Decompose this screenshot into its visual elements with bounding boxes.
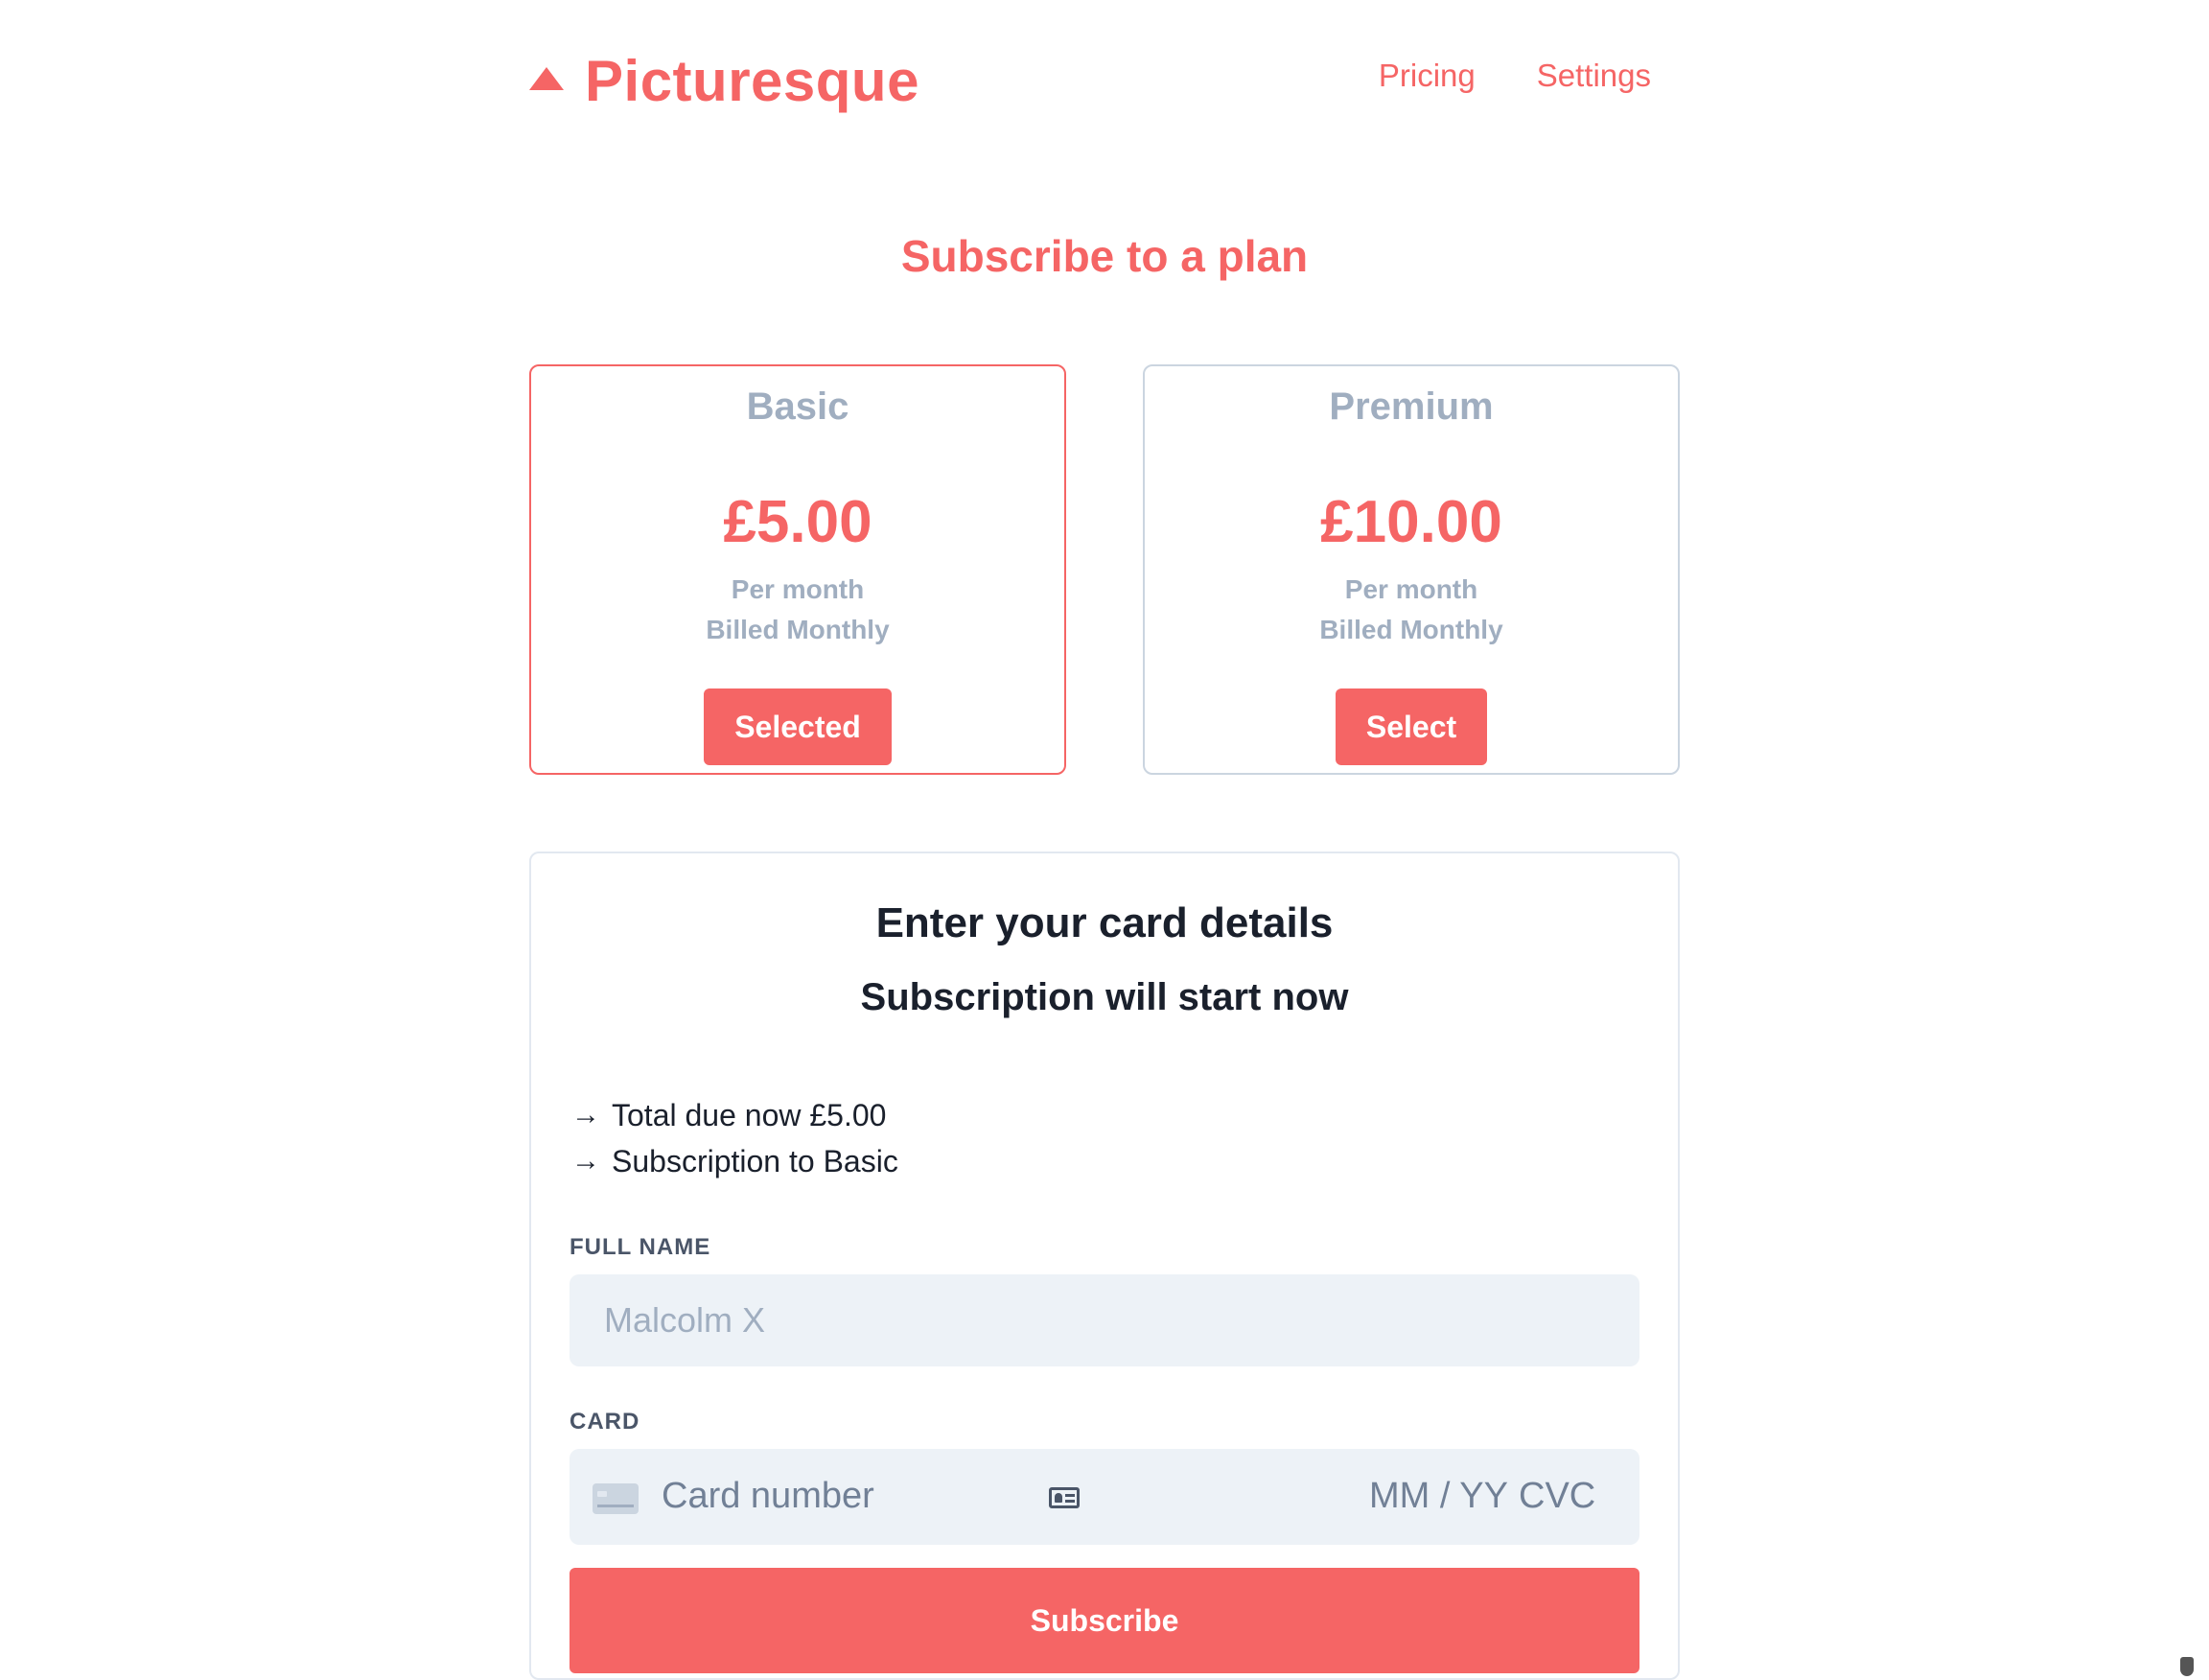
card-cvc-placeholder[interactable]: CVC xyxy=(1519,1476,1595,1517)
plan-name: Premium xyxy=(1329,385,1494,428)
nav-link-pricing[interactable]: Pricing xyxy=(1379,58,1476,94)
plan-billing: Billed Monthly xyxy=(1319,615,1503,644)
full-name-label: FULL NAME xyxy=(570,1234,711,1260)
plan-name: Basic xyxy=(746,385,849,428)
arrow-right-icon: → xyxy=(571,1099,600,1131)
brand-name: Picturesque xyxy=(585,48,919,113)
plan-card-premium[interactable]: Premium £10.00 Per month Billed Monthly … xyxy=(1143,364,1680,775)
card-label: CARD xyxy=(570,1409,640,1435)
scrollbar-thumb[interactable] xyxy=(2180,1657,2194,1676)
app-header: Picturesque Pricing Settings xyxy=(529,42,1680,119)
checkout-panel: Enter your card details Subscription wil… xyxy=(529,852,1680,1680)
plan-card-basic[interactable]: Basic £5.00 Per month Billed Monthly Sel… xyxy=(529,364,1066,775)
select-basic-button[interactable]: Selected xyxy=(704,688,892,765)
plan-period: Per month xyxy=(1344,574,1478,604)
brand-logo[interactable]: Picturesque xyxy=(529,42,919,119)
plan-price: £5.00 xyxy=(723,489,872,555)
contact-card-autofill-icon[interactable] xyxy=(1049,1487,1080,1508)
plan-billing: Billed Monthly xyxy=(706,615,890,644)
checkout-subtitle: Subscription will start now xyxy=(860,976,1349,1018)
top-nav: Pricing Settings xyxy=(1379,58,1651,94)
nav-link-settings[interactable]: Settings xyxy=(1537,58,1651,94)
plan-price: £10.00 xyxy=(1320,489,1502,555)
card-input[interactable]: Card number MM / YY CVC xyxy=(570,1449,1639,1545)
summary-item-plan: → Subscription to Basic xyxy=(571,1138,1678,1184)
arrow-right-icon: → xyxy=(571,1145,600,1177)
select-premium-button[interactable]: Select xyxy=(1335,688,1488,765)
subscribe-button[interactable]: Subscribe xyxy=(570,1568,1639,1673)
card-expiry-placeholder[interactable]: MM / YY xyxy=(1369,1476,1508,1517)
page-title: Subscribe to a plan xyxy=(900,231,1309,281)
triangle-logo-icon xyxy=(529,67,564,90)
plan-period: Per month xyxy=(731,574,865,604)
credit-card-icon xyxy=(593,1483,639,1514)
summary-text: Total due now £5.00 xyxy=(612,1098,887,1132)
order-summary: → Total due now £5.00 → Subscription to … xyxy=(571,1092,1678,1184)
full-name-input[interactable] xyxy=(570,1274,1639,1366)
card-number-placeholder[interactable]: Card number xyxy=(662,1476,874,1517)
summary-item-total: → Total due now £5.00 xyxy=(571,1092,1678,1138)
checkout-title: Enter your card details xyxy=(875,899,1334,946)
summary-text: Subscription to Basic xyxy=(612,1144,898,1178)
